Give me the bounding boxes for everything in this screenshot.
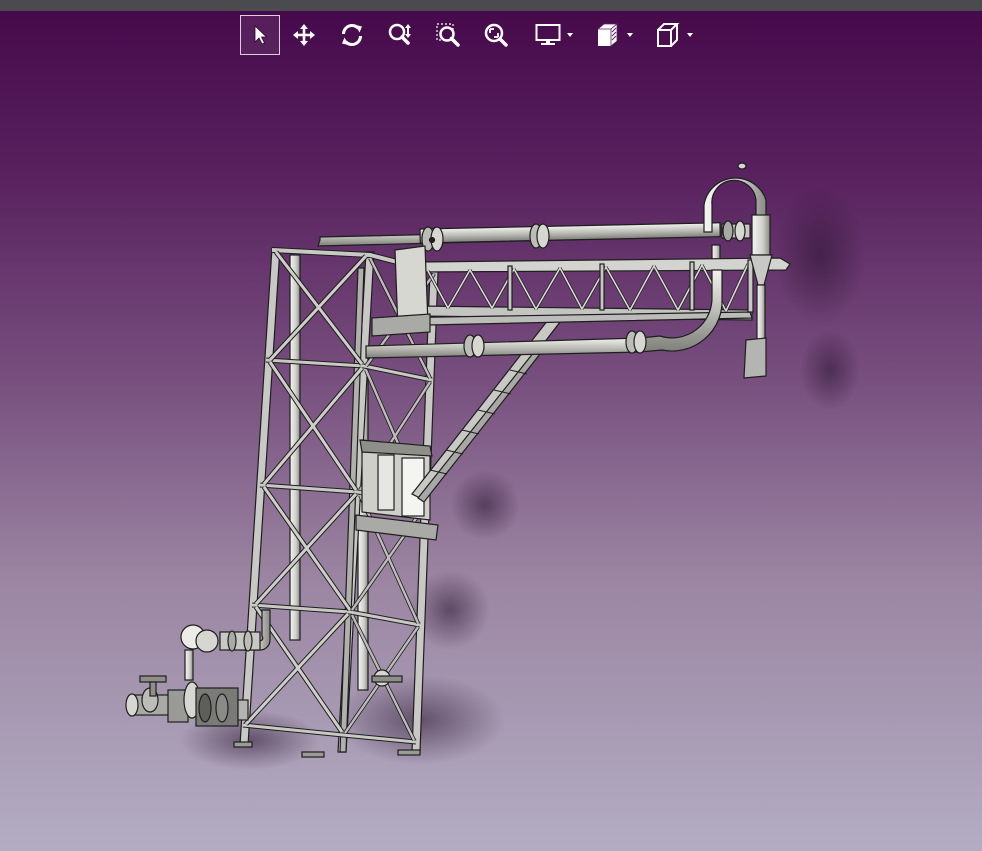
3d-viewport[interactable] [0, 0, 982, 851]
loading-arm-3d-model[interactable] [0, 0, 982, 851]
